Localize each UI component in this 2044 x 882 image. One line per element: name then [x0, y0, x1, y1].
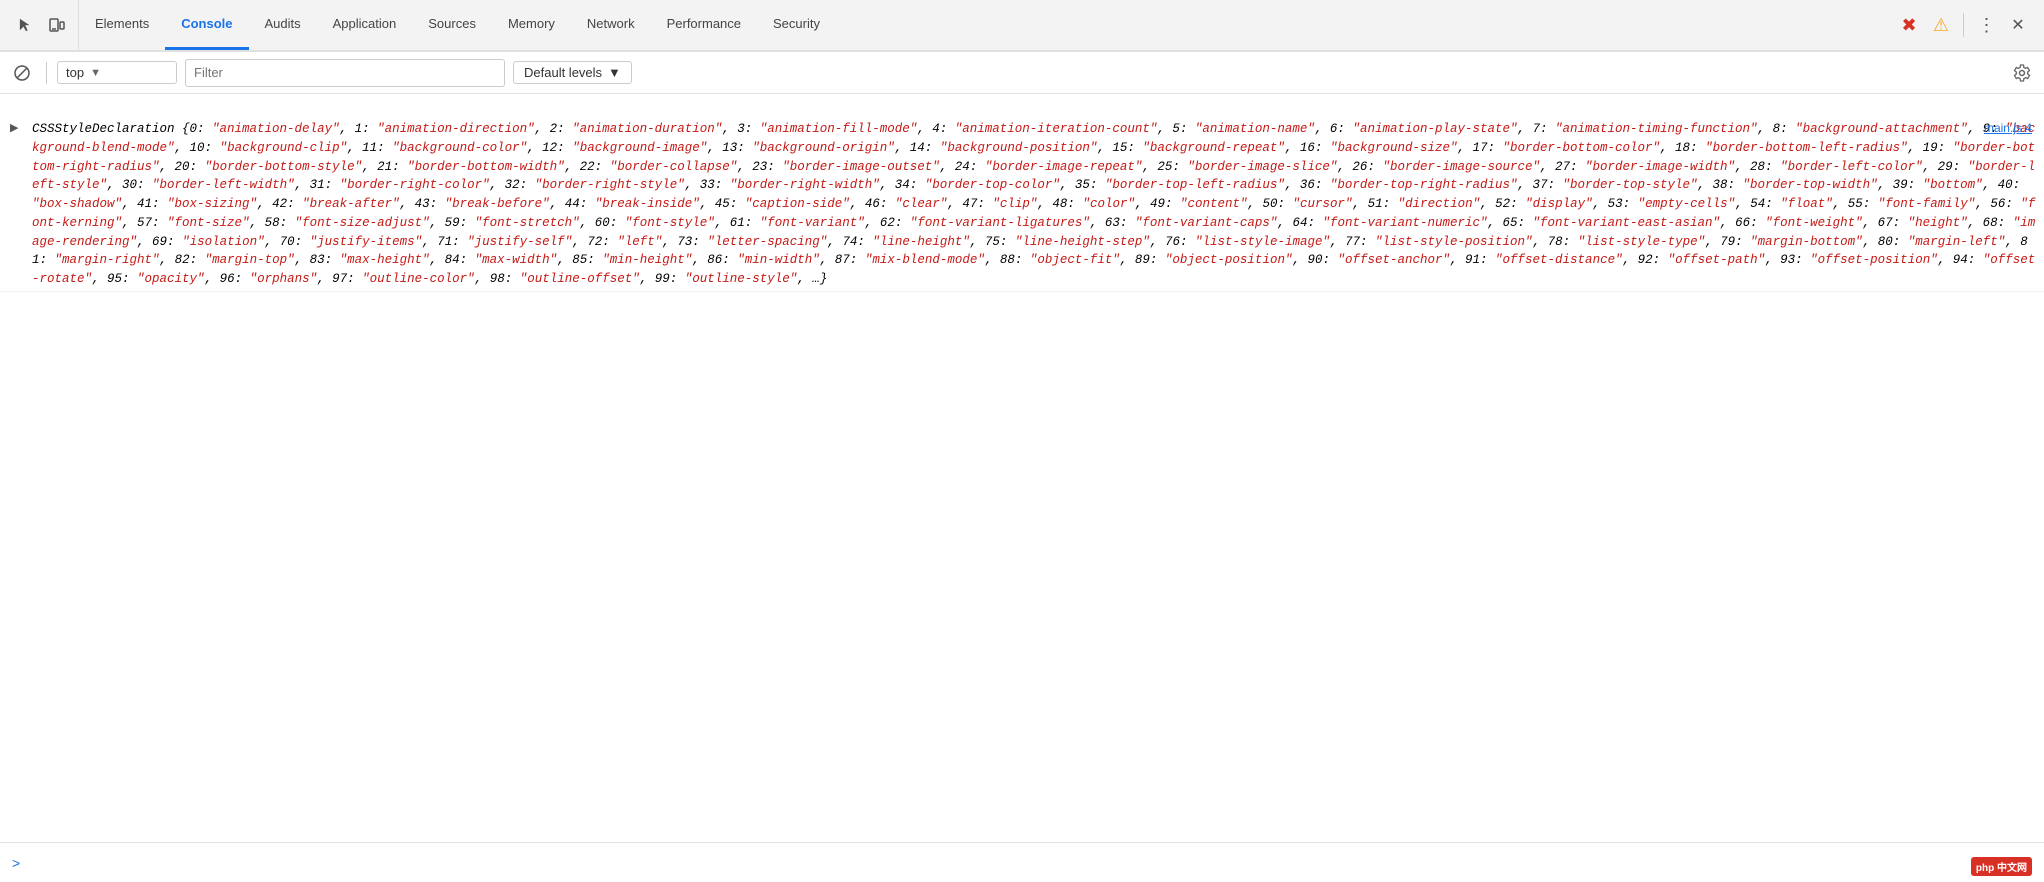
tab-security[interactable]: Security [757, 0, 836, 50]
console-toolbar: top ▼ Default levels ▼ [0, 52, 2044, 94]
tab-application[interactable]: Application [317, 0, 413, 50]
levels-dropdown-arrow: ▼ [608, 65, 621, 80]
tab-console[interactable]: Console [165, 0, 248, 50]
clear-console-button[interactable] [8, 59, 36, 87]
console-text: CSSStyleDeclaration {0: "animation-delay… [32, 120, 2036, 289]
expand-arrow[interactable]: ▶ [10, 121, 18, 134]
console-message-1: ▶ main.js:4 CSSStyleDeclaration {0: "ani… [0, 118, 2044, 292]
device-icon[interactable] [42, 10, 72, 40]
console-input[interactable] [28, 855, 2032, 870]
context-label: top [66, 65, 84, 80]
close-devtools-icon[interactable]: ✕ [2004, 11, 2032, 39]
prompt-icon: > [12, 855, 20, 871]
cursor-icon[interactable] [10, 10, 40, 40]
levels-label: Default levels [524, 65, 602, 80]
tab-memory[interactable]: Memory [492, 0, 571, 50]
context-dropdown-arrow: ▼ [90, 67, 101, 79]
console-output[interactable]: ▶ main.js:4 CSSStyleDeclaration {0: "ani… [0, 94, 2044, 842]
nav-divider [1963, 13, 1964, 37]
warning-icon[interactable]: ⚠ [1927, 11, 1955, 39]
devtools-nav: Elements Console Audits Application Sour… [0, 0, 2044, 52]
file-link[interactable]: main.js:4 [1984, 121, 2032, 135]
context-selector[interactable]: top ▼ [57, 61, 177, 84]
php-logo: php 中文网 [1971, 857, 2032, 876]
more-options-icon[interactable]: ⋮ [1972, 11, 2000, 39]
tab-audits[interactable]: Audits [249, 0, 317, 50]
nav-tabs: Elements Console Audits Application Sour… [79, 0, 1887, 50]
filter-input[interactable] [185, 59, 505, 87]
nav-icon-group [4, 0, 79, 50]
close-circle-icon[interactable]: ✖ [1895, 11, 1923, 39]
console-input-bar: > php 中文网 [0, 842, 2044, 882]
settings-button[interactable] [2008, 59, 2036, 87]
tab-sources[interactable]: Sources [412, 0, 492, 50]
tab-elements[interactable]: Elements [79, 0, 165, 50]
levels-selector[interactable]: Default levels ▼ [513, 61, 632, 84]
toolbar-sep-1 [46, 62, 47, 84]
tab-performance[interactable]: Performance [651, 0, 757, 50]
nav-right-icons: ✖ ⚠ ⋮ ✕ [1887, 0, 2040, 50]
tab-network[interactable]: Network [571, 0, 651, 50]
